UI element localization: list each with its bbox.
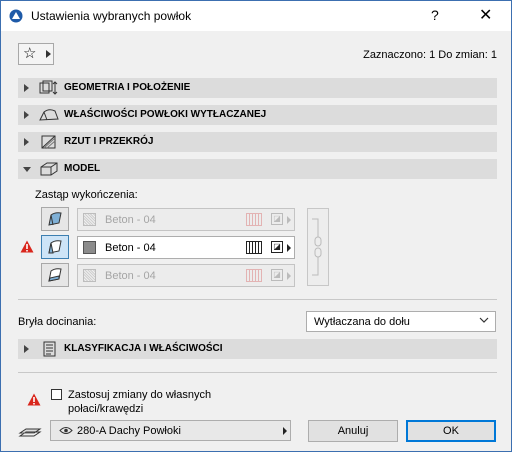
eye-icon (59, 427, 73, 434)
hatch-pattern-icon (246, 241, 262, 254)
dialog-window: Ustawienia wybranych powłok ? ✕ ☆ Zaznac… (0, 0, 512, 452)
star-icon: ☆ (23, 45, 37, 62)
texture-icon: ◪ (271, 269, 283, 281)
finish-row-bottom[interactable]: Beton - 04 ◪ (77, 264, 295, 287)
arrow-right-icon (287, 272, 291, 280)
apply-to-edges-checkbox[interactable] (51, 389, 62, 400)
hatch-pattern-icon (246, 213, 262, 226)
help-button[interactable]: ? (431, 7, 439, 23)
expand-arrow-icon (24, 345, 29, 353)
ok-button[interactable]: OK (406, 420, 496, 442)
finish-row-top[interactable]: Beton - 04 ◪ (77, 208, 295, 231)
arrow-right-icon (283, 427, 287, 435)
section-shell-properties[interactable]: WŁAŚCIWOŚCI POWŁOKI WYTŁACZANEJ (18, 105, 497, 125)
bottom-surface-button[interactable] (41, 263, 69, 287)
expand-arrow-icon (24, 138, 29, 146)
model-icon (40, 162, 58, 176)
archicad-app-icon (9, 9, 23, 23)
texture-icon: ◪ (271, 213, 283, 225)
material-swatch (83, 269, 96, 282)
chevron-down-icon (479, 317, 489, 323)
geometry-icon (39, 80, 58, 95)
separator (18, 372, 497, 373)
chain-link-icon (312, 218, 322, 276)
apply-label-line1: Zastosuj zmiany do własnych (68, 389, 212, 401)
section-plan-section[interactable]: RZUT I PRZEKRÓJ (18, 132, 497, 152)
apply-label-line2: połaci/krawędzi (68, 403, 144, 415)
section-model[interactable]: MODEL (18, 159, 497, 179)
section-label: KLASYFIKACJA I WŁAŚCIWOŚCI (64, 343, 223, 354)
section-label: GEOMETRIA I POŁOŻENIE (64, 82, 191, 93)
hatch-pattern-icon (246, 269, 262, 282)
arrow-right-icon (46, 50, 51, 58)
layer-icon (18, 428, 42, 437)
edge-surface-icon (48, 240, 62, 254)
top-surface-icon (48, 212, 62, 226)
layer-dropdown[interactable]: 280-A Dachy Powłoki (50, 420, 291, 441)
material-swatch (83, 213, 96, 226)
layer-name: 280-A Dachy Powłoki (77, 425, 181, 437)
texture-icon: ◪ (271, 241, 283, 253)
trim-body-value: Wytłaczana do dołu (314, 316, 410, 328)
material-name: Beton - 04 (105, 214, 156, 226)
expand-arrow-icon (24, 84, 29, 92)
apply-to-edges-label: Zastosuj zmiany do własnych połaci/krawę… (68, 388, 211, 416)
section-label: MODEL (64, 163, 101, 174)
link-finishes-button[interactable] (307, 208, 329, 286)
edge-surface-button[interactable] (41, 235, 69, 259)
selection-info: Zaznaczono: 1 Do zmian: 1 (363, 49, 497, 61)
separator (18, 299, 497, 300)
warning-icon (27, 393, 41, 406)
close-button[interactable]: ✕ (479, 5, 492, 25)
classification-icon (43, 341, 56, 357)
section-classification[interactable]: KLASYFIKACJA I WŁAŚCIWOŚCI (18, 339, 497, 359)
window-title: Ustawienia wybranych powłok (31, 9, 192, 23)
material-name: Beton - 04 (105, 270, 156, 282)
warning-icon (20, 240, 34, 253)
shell-icon (39, 109, 59, 121)
arrow-right-icon (287, 244, 291, 252)
section-label: RZUT I PRZEKRÓJ (64, 136, 154, 147)
plan-section-icon (41, 135, 56, 149)
arrow-right-icon (287, 216, 291, 224)
collapse-arrow-icon (23, 167, 31, 172)
bottom-surface-icon (48, 268, 62, 282)
cancel-button[interactable]: Anuluj (308, 420, 398, 442)
section-label: WŁAŚCIWOŚCI POWŁOKI WYTŁACZANEJ (64, 109, 267, 120)
section-geometry[interactable]: GEOMETRIA I POŁOŻENIE (18, 78, 497, 98)
top-surface-button[interactable] (41, 207, 69, 231)
finish-row-edge[interactable]: Beton - 04 ◪ (77, 236, 295, 259)
favorites-button[interactable]: ☆ (18, 43, 54, 65)
expand-arrow-icon (24, 111, 29, 119)
trim-body-label: Bryła docinania: (18, 316, 97, 328)
title-bar: Ustawienia wybranych powłok ? ✕ (1, 1, 511, 31)
override-finishes-label: Zastąp wykończenia: (35, 189, 138, 201)
material-swatch (83, 241, 96, 254)
material-name: Beton - 04 (105, 242, 156, 254)
trim-body-dropdown[interactable]: Wytłaczana do dołu (306, 311, 496, 332)
